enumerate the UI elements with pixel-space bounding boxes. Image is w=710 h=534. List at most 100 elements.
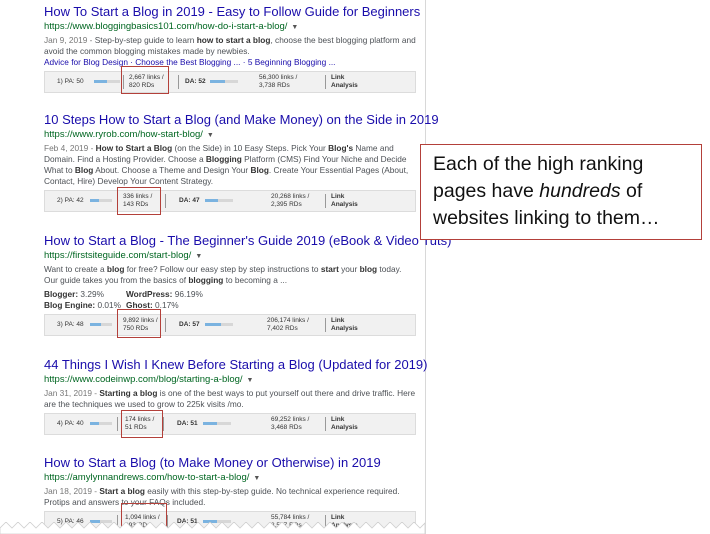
result-url-row: https://www.bloggingbasics101.com/how-do… [44, 21, 416, 34]
page-authority: 3) PA: 48 [57, 321, 84, 328]
fact-value: 3.29% [80, 289, 104, 299]
result-title-link[interactable]: How To Start a Blog in 2019 - Easy to Fo… [44, 4, 420, 20]
domain-rds-count: 3,738 RDs [259, 81, 290, 89]
result-url[interactable]: https://www.ryrob.com/how-start-blog/ [44, 129, 203, 140]
divider [325, 318, 326, 332]
mozbar-metrics: 3) PA: 48 9,892 links /750 RDs DA: 57 20… [44, 314, 416, 336]
da-progress-fill [203, 422, 218, 425]
result-title-link[interactable]: 10 Steps How to Start a Blog (and Make M… [44, 112, 439, 128]
domain-links: 206,174 links /7,402 RDs [267, 317, 309, 332]
page-authority: 1) PA: 50 [57, 78, 84, 85]
result-url[interactable]: https://firstsiteguide.com/start-blog/ [44, 250, 191, 261]
dropdown-arrow-icon[interactable]: ▼ [291, 24, 298, 31]
result-url-row: https://amylynnandrews.com/how-to-start-… [44, 472, 416, 485]
dropdown-arrow-icon[interactable]: ▼ [253, 475, 260, 482]
pa-progress-fill [94, 80, 107, 83]
screenshot-page: How To Start a Blog in 2019 - Easy to Fo… [0, 0, 710, 534]
da-progress-bar [205, 323, 233, 326]
domain-links-count: 55,784 links / [271, 514, 310, 521]
divider [325, 75, 326, 89]
result-title-link[interactable]: How to Start a Blog - The Beginner's Gui… [44, 233, 451, 249]
link-analysis-label-line2: Analysis [331, 81, 358, 89]
result-snippet: Jan 9, 2019 - Step-by-step guide to lear… [44, 35, 416, 56]
result-url-row: https://www.ryrob.com/how-start-blog/ ▼ [44, 129, 416, 142]
domain-rds-count: 3,468 RDs [271, 423, 302, 431]
divider [117, 417, 118, 431]
dropdown-arrow-icon[interactable]: ▼ [247, 377, 254, 384]
fact-label: Blogger: [44, 289, 79, 299]
pa-progress-fill [90, 422, 99, 425]
page-authority: 4) PA: 40 [57, 420, 84, 427]
result-snippet: Feb 4, 2019 - How to Start a Blog (on th… [44, 143, 409, 186]
fact-value: 96.19% [174, 289, 203, 299]
domain-authority: DA: 51 [177, 420, 198, 427]
mozbar-metrics: 2) PA: 42 336 links /143 RDs DA: 47 20,2… [44, 190, 416, 212]
domain-links-count: 20,268 links / [271, 193, 310, 200]
divider [178, 75, 179, 89]
search-results-panel: How To Start a Blog in 2019 - Easy to Fo… [0, 0, 451, 534]
result-snippet: Jan 18, 2019 - Start a blog easily with … [44, 486, 400, 507]
mozbar-metrics: 1) PA: 50 2,667 links /820 RDs DA: 52 56… [44, 71, 416, 93]
link-analysis-label-line2: Analysis [331, 200, 358, 208]
da-progress-fill [205, 323, 221, 326]
link-analysis-button[interactable]: LinkAnalysis [331, 317, 358, 332]
result-url-row: https://firstsiteguide.com/start-blog/ ▼ [44, 250, 416, 263]
links-highlight-box [117, 187, 161, 215]
domain-links: 69,252 links /3,468 RDs [271, 416, 309, 431]
divider [325, 194, 326, 208]
links-highlight-box [121, 66, 169, 94]
da-progress-bar [205, 199, 233, 202]
dropdown-arrow-icon[interactable]: ▼ [195, 253, 202, 260]
result-url[interactable]: https://amylynnandrews.com/how-to-start-… [44, 472, 249, 483]
link-analysis-label-line1: Link [331, 514, 345, 521]
da-progress-fill [205, 199, 219, 202]
pa-progress-bar [90, 422, 112, 425]
link-analysis-label-line1: Link [331, 193, 345, 200]
search-result: 44 Things I Wish I Knew Before Starting … [44, 357, 427, 435]
domain-links-count: 206,174 links / [267, 317, 309, 324]
torn-edge-decoration [0, 522, 425, 534]
annotation-emphasis: hundreds [539, 180, 621, 202]
search-result: How to Start a Blog - The Beginner's Gui… [44, 233, 451, 336]
divider [325, 417, 326, 431]
links-highlight-box [121, 410, 163, 438]
domain-links-count: 56,300 links / [259, 74, 298, 81]
domain-links: 20,268 links /2,395 RDs [271, 193, 309, 208]
pa-progress-bar [90, 199, 112, 202]
result-snippet: Want to create a blog for free? Follow o… [44, 264, 402, 285]
domain-rds-count: 2,395 RDs [271, 200, 302, 208]
link-analysis-label-line1: Link [331, 416, 345, 423]
domain-authority: DA: 47 [179, 197, 200, 204]
result-facts: Blogger: 3.29% WordPress: 96.19% Blog En… [44, 289, 416, 311]
link-analysis-button[interactable]: LinkAnalysis [331, 193, 358, 208]
result-url[interactable]: https://www.codeinwp.com/blog/starting-a… [44, 374, 243, 385]
domain-authority: DA: 52 [185, 78, 206, 85]
link-analysis-label-line1: Link [331, 74, 345, 81]
annotation-callout: Each of the high ranking pages have hund… [420, 144, 702, 240]
result-url[interactable]: https://www.bloggingbasics101.com/how-do… [44, 21, 287, 32]
divider [165, 194, 166, 208]
annotation-text: Each of the high ranking pages have hund… [433, 151, 695, 232]
mozbar-metrics: 4) PA: 40 174 links /51 RDs DA: 51 69,25… [44, 413, 416, 435]
link-analysis-label-line2: Analysis [331, 423, 358, 431]
result-title-link[interactable]: How to Start a Blog (to Make Money or Ot… [44, 455, 416, 471]
pa-progress-fill [90, 199, 100, 202]
search-result: How To Start a Blog in 2019 - Easy to Fo… [44, 4, 420, 93]
domain-links: 56,300 links /3,738 RDs [259, 74, 297, 89]
domain-rds-count: 7,402 RDs [267, 324, 298, 332]
divider [163, 417, 164, 431]
domain-links-count: 69,252 links / [271, 416, 310, 423]
link-analysis-label-line2: Analysis [331, 324, 358, 332]
link-analysis-button[interactable]: LinkAnalysis [331, 416, 358, 431]
result-sitelinks[interactable]: Advice for Blog Design · Choose the Best… [44, 57, 416, 68]
dropdown-arrow-icon[interactable]: ▼ [207, 132, 214, 139]
links-highlight-box [117, 309, 161, 338]
link-analysis-button[interactable]: LinkAnalysis [331, 74, 358, 89]
da-progress-fill [210, 80, 225, 83]
da-progress-bar [210, 80, 238, 83]
pa-progress-bar [90, 323, 112, 326]
divider [165, 318, 166, 332]
pa-progress-bar [94, 80, 120, 83]
fact-label: Blog Engine: [44, 300, 96, 310]
result-title-link[interactable]: 44 Things I Wish I Knew Before Starting … [44, 357, 427, 373]
